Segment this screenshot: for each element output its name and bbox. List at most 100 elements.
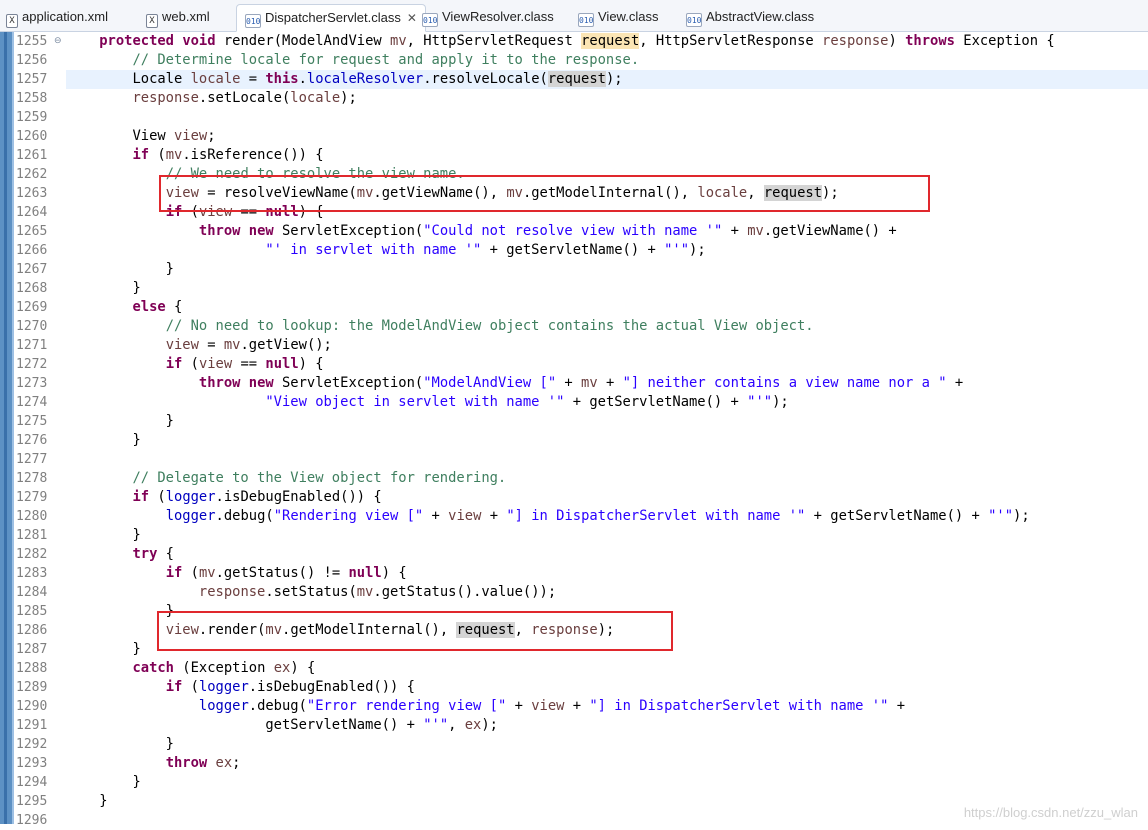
code-line[interactable]: // Delegate to the View object for rende… (66, 469, 506, 488)
class-file-icon: 010 (245, 14, 261, 28)
line-number: 1271 (16, 338, 48, 353)
code-line[interactable]: if (view == null) { (66, 355, 324, 374)
code-line[interactable]: getServletName() + "'", ex); (66, 716, 498, 735)
code-line[interactable]: if (mv.getStatus() != null) { (66, 564, 407, 583)
tab-view-class[interactable]: 010 View.class (578, 4, 658, 32)
line-number: 1281 (16, 528, 48, 543)
xml-file-icon: X (146, 14, 158, 28)
code-line[interactable]: catch (Exception ex) { (66, 659, 315, 678)
line-number: 1264 (16, 205, 48, 220)
line-number: 1280 (16, 509, 48, 524)
code-line[interactable]: response.setLocale(locale); (66, 89, 356, 108)
code-line[interactable]: throw ex; (66, 754, 241, 773)
code-line[interactable]: throw new ServletException("Could not re… (66, 222, 897, 241)
line-number: 1282 (16, 547, 48, 562)
line-number: 1258 (16, 91, 48, 106)
code-line[interactable]: protected void render(ModelAndView mv, H… (66, 32, 1055, 51)
code-line[interactable]: } (66, 431, 140, 450)
code-line[interactable]: logger.debug("Error rendering view [" + … (66, 697, 913, 716)
line-number: 1279 (16, 490, 48, 505)
code-line[interactable]: try { (66, 545, 174, 564)
line-number: 1285 (16, 604, 48, 619)
line-number: 1277 (16, 452, 48, 467)
line-number: 1276 (16, 433, 48, 448)
tab-label: ViewResolver.class (442, 9, 554, 24)
line-number: 1267 (16, 262, 48, 277)
tab-application-xml[interactable]: Xapplication.xml (6, 4, 108, 32)
fold-icon[interactable]: ⊖ (54, 32, 62, 51)
line-number: 1286 (16, 623, 48, 638)
line-number: 1287 (16, 642, 48, 657)
close-icon[interactable]: ✕ (407, 11, 417, 25)
code-line[interactable]: } (66, 640, 140, 659)
tab-label: web.xml (162, 9, 210, 24)
editor-tab-bar: Xapplication.xml Xweb.xml 010 DispatcherS… (0, 0, 1148, 32)
watermark: https://blog.csdn.net/zzu_wlan (963, 805, 1138, 820)
line-number: 1291 (16, 718, 48, 733)
line-number: 1261 (16, 148, 48, 163)
tab-abstractview-class[interactable]: 010 AbstractView.class (686, 4, 814, 32)
code-line[interactable]: view = mv.getView(); (66, 336, 332, 355)
line-number: 1292 (16, 737, 48, 752)
code-line[interactable]: } (66, 773, 140, 792)
line-number: 1289 (16, 680, 48, 695)
line-number: 1268 (16, 281, 48, 296)
highlight-box-resolve-view (159, 175, 930, 212)
line-number: 1296 (16, 813, 48, 828)
code-line[interactable]: Locale locale = this.localeResolver.reso… (66, 70, 623, 89)
code-line[interactable]: "View object in servlet with name '" + g… (66, 393, 788, 412)
line-number: 1275 (16, 414, 48, 429)
line-number: 1278 (16, 471, 48, 486)
code-line[interactable]: logger.debug("Rendering view [" + view +… (66, 507, 1030, 526)
code-line[interactable]: } (66, 526, 140, 545)
code-line[interactable]: } (66, 260, 174, 279)
tab-label: DispatcherServlet.class (265, 10, 401, 25)
code-line[interactable]: response.setStatus(mv.getStatus().value(… (66, 583, 556, 602)
line-number: 1283 (16, 566, 48, 581)
line-number: 1262 (16, 167, 48, 182)
overview-ruler[interactable] (0, 32, 14, 824)
line-number: 1265 (16, 224, 48, 239)
code-line[interactable]: if (logger.isDebugEnabled()) { (66, 488, 381, 507)
xml-file-icon: X (6, 14, 18, 28)
class-file-icon: 010 (578, 13, 594, 27)
code-line[interactable]: // Determine locale for request and appl… (66, 51, 639, 70)
line-number: 1269 (16, 300, 48, 315)
code-line[interactable]: } (66, 279, 140, 298)
code-line[interactable]: View view; (66, 127, 215, 146)
code-line[interactable]: } (66, 792, 107, 811)
line-number: 1290 (16, 699, 48, 714)
line-number: 1270 (16, 319, 48, 334)
tab-viewresolver-class[interactable]: 010 ViewResolver.class (422, 4, 554, 32)
code-line[interactable]: if (logger.isDebugEnabled()) { (66, 678, 415, 697)
tab-dispatcherservlet-class[interactable]: 010 DispatcherServlet.class ✕ (236, 4, 426, 32)
line-number: 1255 ⊖ (16, 34, 62, 49)
code-line[interactable]: } (66, 735, 174, 754)
line-number: 1256 (16, 53, 48, 68)
line-number: 1273 (16, 376, 48, 391)
code-line[interactable]: if (mv.isReference()) { (66, 146, 323, 165)
class-file-icon: 010 (686, 13, 702, 27)
line-number: 1295 (16, 794, 48, 809)
line-number: 1274 (16, 395, 48, 410)
code-line[interactable]: } (66, 412, 174, 431)
code-line[interactable]: throw new ServletException("ModelAndView… (66, 374, 963, 393)
line-number: 1293 (16, 756, 48, 771)
line-number: 1266 (16, 243, 48, 258)
code-line[interactable]: else { (66, 298, 182, 317)
line-number: 1272 (16, 357, 48, 372)
class-file-icon: 010 (422, 13, 438, 27)
highlight-box-view-render (157, 611, 673, 651)
code-line[interactable]: "' in servlet with name '" + getServletN… (66, 241, 705, 260)
tab-label: application.xml (22, 9, 108, 24)
tab-label: AbstractView.class (706, 9, 815, 24)
tab-label: View.class (598, 9, 659, 24)
line-number: 1284 (16, 585, 48, 600)
line-number: 1257 (16, 72, 48, 87)
line-number: 1263 (16, 186, 48, 201)
code-line[interactable]: // No need to lookup: the ModelAndView o… (66, 317, 814, 336)
line-number: 1288 (16, 661, 48, 676)
tab-web-xml[interactable]: Xweb.xml (146, 4, 210, 32)
line-number: 1294 (16, 775, 48, 790)
line-number: 1259 (16, 110, 48, 125)
